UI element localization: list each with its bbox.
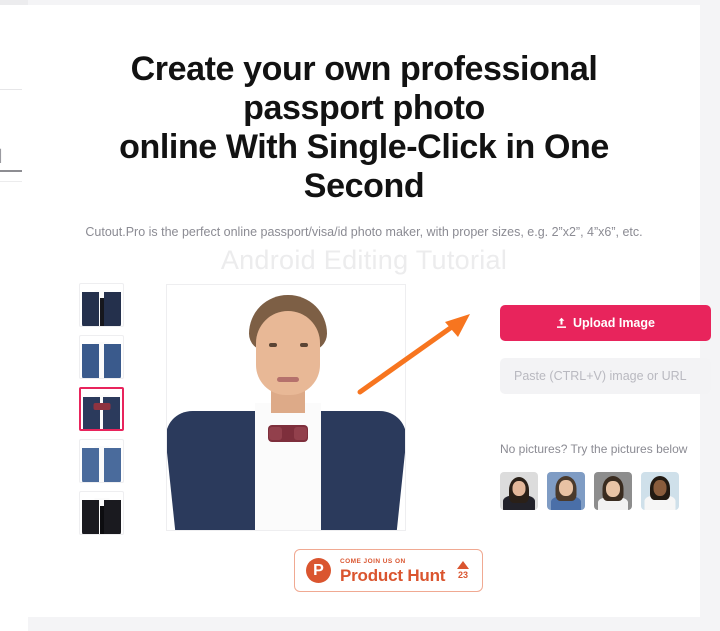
product-hunt-text: COME JOIN US ON Product Hunt — [340, 557, 445, 585]
product-hunt-name: Product Hunt — [340, 565, 446, 585]
outfit-thumbnail-list — [79, 283, 127, 543]
upvote-caret-icon — [457, 560, 469, 569]
tutorial-watermark: Android Editing Tutorial — [220, 245, 508, 275]
outfit-lapel-right — [104, 500, 121, 534]
product-hunt-logo-icon: P — [306, 558, 331, 583]
product-hunt-vote-count: 23 — [457, 569, 468, 580]
upload-button-label: Upload Image — [573, 316, 655, 330]
paste-url-input[interactable] — [500, 358, 711, 394]
sample-face — [606, 481, 620, 497]
preview-face — [256, 311, 320, 395]
page-root: ▏ Create your own professional passport … — [0, 0, 720, 631]
left-edge-topbar — [0, 0, 28, 5]
outfit-thumbnail-2[interactable] — [79, 387, 124, 431]
left-edge-active-bar — [0, 170, 22, 172]
sample-face — [653, 480, 667, 496]
outfit-thumbnail-1[interactable] — [79, 335, 124, 379]
sample-face — [559, 480, 573, 496]
headline-line-1: Create your own professional passport ph… — [130, 50, 598, 127]
sample-thumbnail-1[interactable] — [547, 472, 585, 510]
sample-thumbnail-3[interactable] — [641, 472, 679, 510]
outfit-lapel-left — [82, 292, 99, 326]
passport-photo-preview[interactable] — [166, 284, 406, 531]
left-edge-divider-bottom — [0, 181, 22, 182]
outfit-thumbnail-4[interactable] — [79, 491, 124, 535]
page-title: Create your own professional passport ph… — [64, 50, 664, 206]
outfit-necktie — [99, 506, 104, 534]
sample-thumbnail-0[interactable] — [500, 472, 538, 510]
preview-eye-left — [269, 343, 277, 347]
product-hunt-badge[interactable]: P COME JOIN US ON Product Hunt 23 — [294, 549, 483, 592]
headline-line-2: online With Single-Click in One Second — [119, 128, 609, 205]
outfit-lapel-right — [104, 344, 121, 378]
outfit-thumbnail-3[interactable] — [79, 439, 124, 483]
preview-bowtie — [268, 425, 308, 442]
upload-icon — [557, 317, 567, 328]
main-card: Create your own professional passport ph… — [28, 5, 711, 617]
sample-thumbnail-2[interactable] — [594, 472, 632, 510]
product-hunt-votes[interactable]: 23 — [457, 560, 469, 581]
left-edge-panel: ▏ — [0, 0, 28, 631]
outfit-thumbnail-0[interactable] — [79, 283, 124, 327]
outfit-lapel-left — [82, 448, 99, 482]
preview-shirt — [255, 403, 321, 530]
outfit-bowtie — [93, 403, 110, 410]
left-edge-cropped-glyph: ▏ — [0, 149, 10, 163]
sample-face — [512, 481, 526, 496]
upload-image-button[interactable]: Upload Image — [500, 305, 711, 341]
outfit-lapel-right — [104, 448, 121, 482]
product-hunt-kicker: COME JOIN US ON — [340, 557, 406, 565]
preview-eye-right — [300, 343, 308, 347]
outfit-lapel-left — [82, 500, 99, 534]
left-edge-divider-top — [0, 89, 22, 90]
try-samples-label: No pictures? Try the pictures below — [500, 442, 688, 456]
page-subtitle: Cutout.Pro is the perfect online passpor… — [85, 225, 643, 239]
preview-mouth — [277, 377, 299, 382]
outfit-necktie — [99, 298, 104, 326]
outfit-lapel-right — [104, 292, 121, 326]
sample-image-list — [500, 472, 679, 510]
outfit-lapel-left — [82, 344, 99, 378]
